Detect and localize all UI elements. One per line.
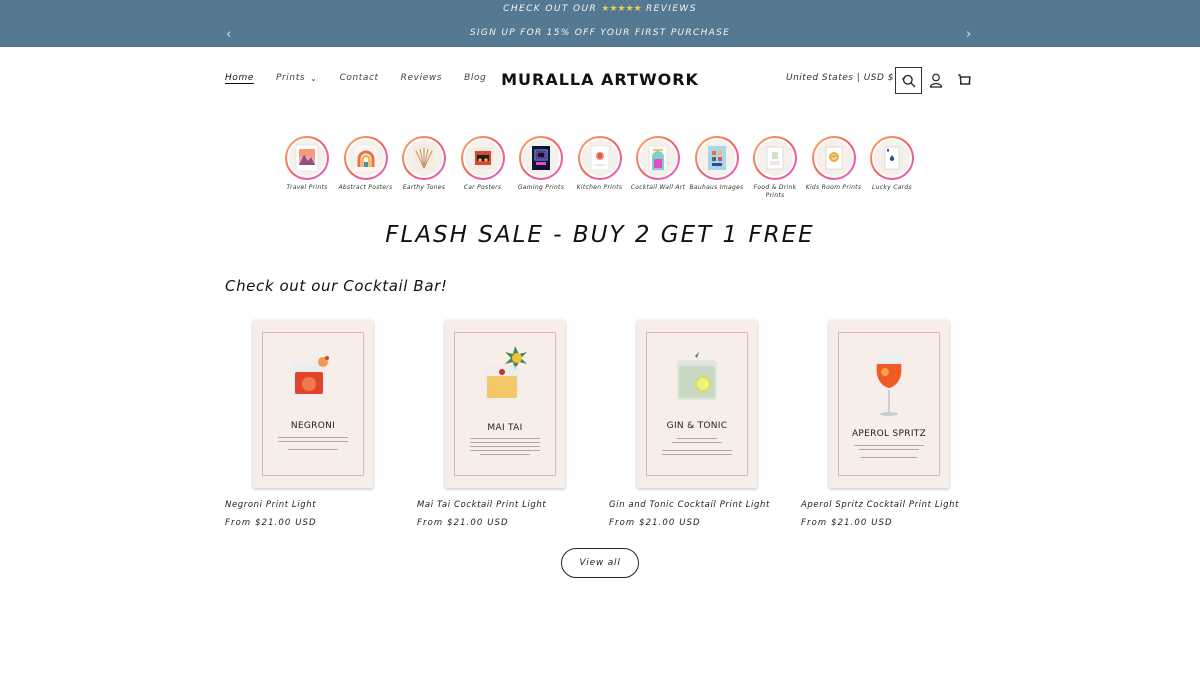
food-drink-print-thumbnail: [766, 146, 784, 170]
site-logo[interactable]: MURALLA ARTWORK: [0, 70, 1200, 89]
section-title: Check out our Cocktail Bar!: [225, 277, 448, 295]
product-name[interactable]: Aperol Spritz Cocktail Print Light: [801, 500, 981, 510]
product-card-gin-tonic[interactable]: GIN & TONIC Gin and Tonic Cocktail Print…: [609, 320, 789, 528]
category-food-drink-prints[interactable]: Food & Drink Prints: [746, 136, 804, 200]
account-button[interactable]: [926, 70, 946, 90]
product-image[interactable]: MAI TAI: [445, 320, 565, 488]
shopping-bag-icon: [958, 74, 971, 85]
signup-announcement[interactable]: SIGN UP FOR 15% OFF YOUR FIRST PURCHASE: [0, 28, 1200, 38]
cocktail-wall-art-thumbnail: [648, 145, 668, 171]
category-abstract-posters[interactable]: Abstract Posters: [337, 136, 395, 192]
product-price: From $21.00 USD: [801, 518, 893, 528]
reviews-announcement[interactable]: CHECK OUT OUR ★★★★★ REVIEWS: [0, 4, 1200, 14]
poster-title: NEGRONI: [290, 421, 336, 431]
product-card-negroni[interactable]: NEGRONI Negroni Print Light From $21.00 …: [225, 320, 405, 528]
announcement-bar: CHECK OUT OUR ★★★★★ REVIEWS ‹ SIGN UP FO…: [0, 0, 1200, 47]
category-carousel: Travel Prints Abstract Posters Earthy To…: [278, 136, 922, 206]
category-label: Cocktail Wall Art: [630, 184, 686, 191]
category-label: Car Posters: [463, 184, 502, 191]
user-icon: [929, 73, 943, 88]
product-card-mai-tai[interactable]: MAI TAI Mai Tai Cocktail Print Light Fro…: [417, 320, 597, 528]
aperol-spritz-glass-illustration: [875, 354, 903, 416]
earthy-tones-thumbnail: [413, 145, 435, 171]
cart-button[interactable]: [954, 70, 974, 90]
product-price: From $21.00 USD: [417, 518, 509, 528]
view-all-button[interactable]: View all: [561, 548, 639, 578]
category-lucky-cards[interactable]: Lucky Cards: [863, 136, 921, 192]
category-label: Bauhaus Images: [689, 184, 744, 191]
car-poster-thumbnail: [472, 147, 493, 169]
bauhaus-image-thumbnail: [707, 146, 726, 170]
lucky-card-thumbnail: [884, 146, 900, 170]
next-announcement-icon[interactable]: ›: [966, 27, 971, 42]
announcement-text-before: CHECK OUT OUR: [503, 4, 598, 14]
search-button[interactable]: [895, 67, 922, 94]
poster-title: APEROL SPRITZ: [851, 429, 927, 439]
flash-sale-heading: FLASH SALE - BUY 2 GET 1 FREE: [385, 222, 815, 248]
category-gaming-prints[interactable]: Gaming Prints: [512, 136, 570, 192]
announcement-text-after: REVIEWS: [645, 4, 697, 14]
kids-room-print-thumbnail: [825, 146, 842, 170]
category-car-posters[interactable]: Car Posters: [454, 136, 512, 192]
category-label: Travel Prints: [286, 184, 328, 191]
category-label: Abstract Posters: [338, 184, 393, 191]
category-label: Kitchen Prints: [576, 184, 623, 191]
category-cocktail-wall-art[interactable]: Cocktail Wall Art: [629, 136, 687, 192]
product-price: From $21.00 USD: [225, 518, 317, 528]
category-kitchen-prints[interactable]: Kitchen Prints: [571, 136, 629, 192]
poster-title: MAI TAI: [487, 423, 523, 433]
product-name[interactable]: Negroni Print Light: [225, 500, 405, 510]
category-travel-prints[interactable]: Travel Prints: [278, 136, 336, 192]
product-name[interactable]: Mai Tai Cocktail Print Light: [417, 500, 597, 510]
category-label: Kids Room Prints: [805, 184, 862, 191]
category-kids-room-prints[interactable]: Kids Room Prints: [805, 136, 863, 192]
country-currency-selector[interactable]: United States | USD $ ⌄: [786, 73, 907, 83]
category-label: Gaming Prints: [517, 184, 565, 191]
search-icon: [902, 74, 915, 87]
product-card-aperol-spritz[interactable]: APEROL SPRITZ Aperol Spritz Cocktail Pri…: [801, 320, 981, 528]
product-name[interactable]: Gin and Tonic Cocktail Print Light: [609, 500, 789, 510]
category-label: Lucky Cards: [872, 184, 912, 191]
star-rating-icon: ★★★★★: [601, 4, 642, 14]
travel-print-thumbnail: [295, 144, 319, 172]
negroni-glass-illustration: [293, 356, 329, 396]
product-price: From $21.00 USD: [609, 518, 701, 528]
abstract-poster-thumbnail: [354, 145, 377, 171]
product-image[interactable]: APEROL SPRITZ: [829, 320, 949, 488]
country-currency-label: United States | USD $: [786, 73, 895, 83]
kitchen-print-thumbnail: [590, 145, 609, 171]
category-earthy-tones[interactable]: Earthy Tones: [395, 136, 453, 192]
poster-title: GIN & TONIC: [666, 421, 728, 431]
category-label: Earthy Tones: [402, 184, 446, 191]
mai-tai-glass-illustration: [485, 346, 527, 400]
category-label: Food & Drink Prints: [753, 184, 797, 199]
product-image[interactable]: GIN & TONIC: [637, 320, 757, 488]
product-image[interactable]: NEGRONI: [253, 320, 373, 488]
gin-tonic-glass-illustration: [677, 352, 717, 400]
category-bauhaus-images[interactable]: Bauhaus Images: [688, 136, 746, 192]
gaming-print-thumbnail: [532, 146, 550, 170]
